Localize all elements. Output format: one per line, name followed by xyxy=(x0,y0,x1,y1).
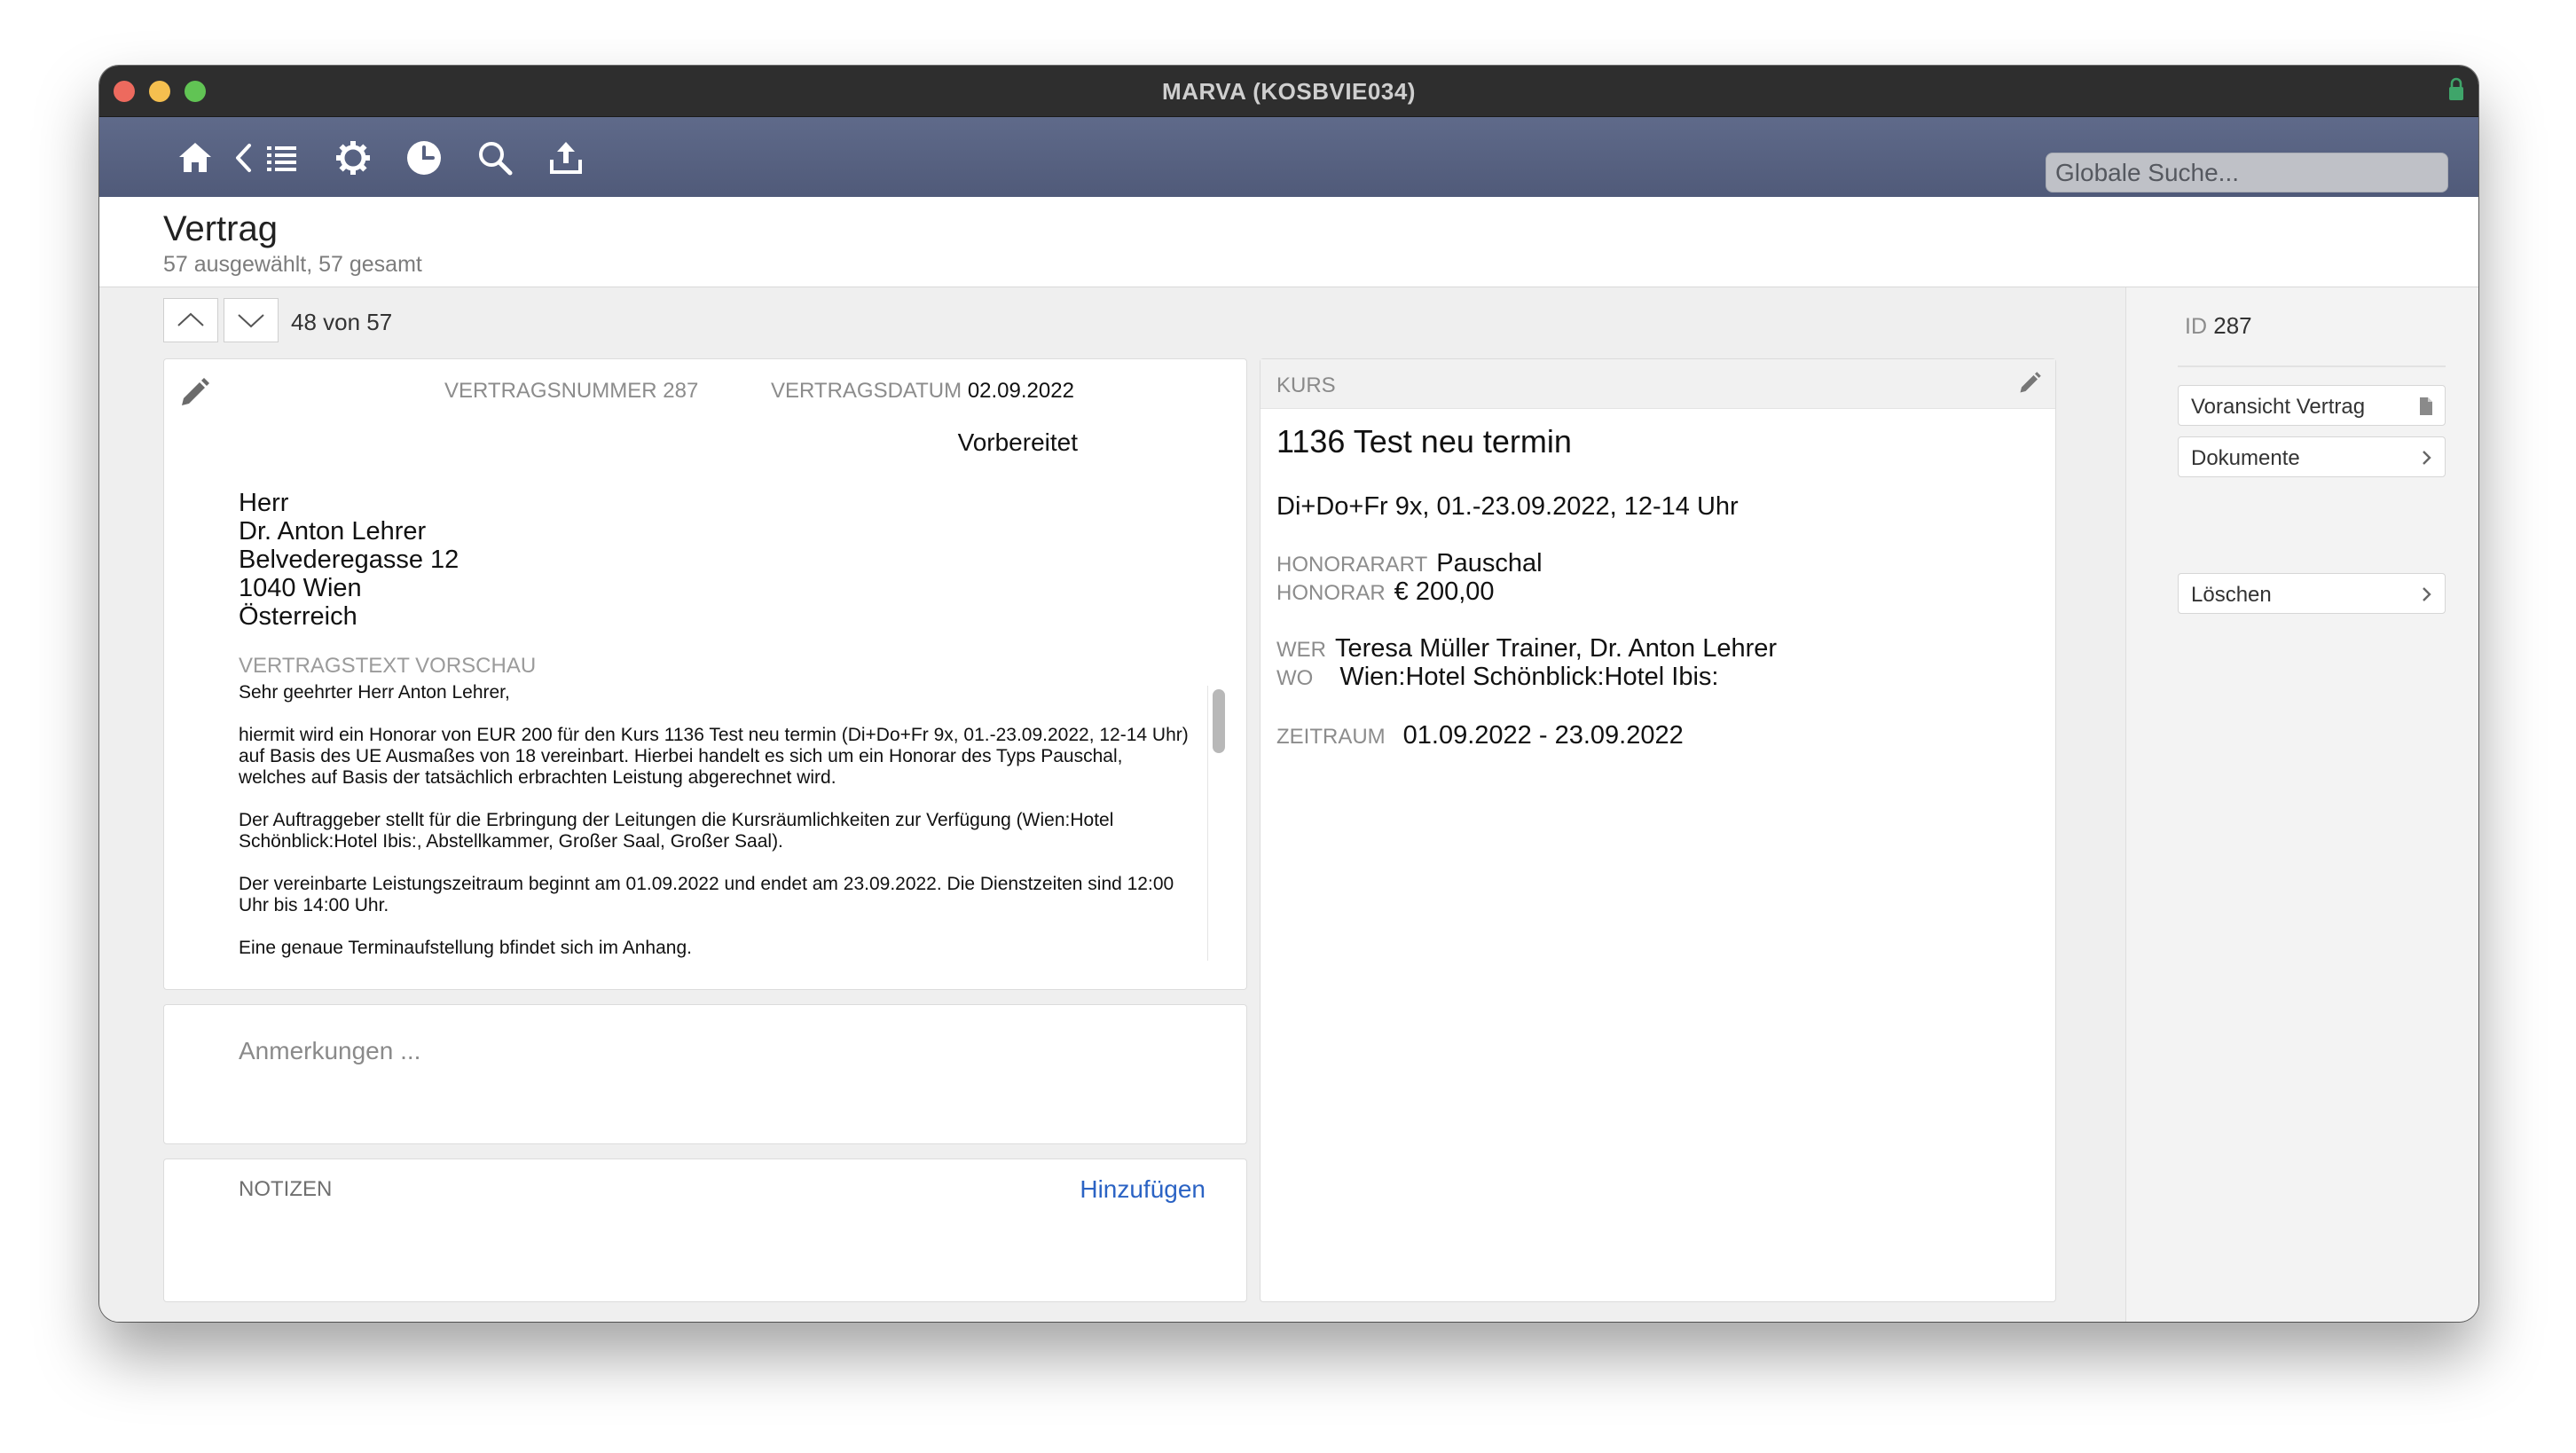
preview-paragraph: Der Auftraggeber stellt für die Erbringu… xyxy=(239,810,1114,852)
preview-contract-button[interactable]: Voransicht Vertrag xyxy=(2178,385,2446,426)
search-icon xyxy=(479,142,513,176)
preview-label: VERTRAGSTEXT VORSCHAU xyxy=(239,654,537,678)
upload-icon xyxy=(550,142,582,174)
preview-paragraph: Sehr geehrter Herr Anton Lehrer, xyxy=(239,682,510,703)
back-icon xyxy=(236,144,251,172)
fee-type-field: HONORARART Pauschal xyxy=(1276,549,1543,578)
id-value: 287 xyxy=(2213,312,2252,339)
notes-card: NOTIZEN Hinzufügen xyxy=(163,1158,1247,1302)
contract-number-label: VERTRAGSNUMMER xyxy=(444,379,657,403)
history-button[interactable] xyxy=(404,138,444,177)
settings-button[interactable] xyxy=(334,138,373,177)
record-id: ID 287 xyxy=(2185,312,2252,340)
remarks-card xyxy=(163,1004,1247,1144)
fee-field: HONORAR € 200,00 xyxy=(1276,577,1495,607)
contract-status: Vorbereitet xyxy=(957,428,1078,456)
home-icon xyxy=(179,143,211,172)
remarks-input[interactable] xyxy=(239,1037,1126,1065)
fee-type-value: Pauschal xyxy=(1436,549,1543,577)
address-line: Dr. Anton Lehrer xyxy=(239,517,427,546)
sidebar-divider xyxy=(2178,365,2446,367)
course-title: 1136 Test neu termin xyxy=(1276,423,1572,459)
delete-button[interactable]: Löschen xyxy=(2178,573,2446,614)
contract-card: VERTRAGSNUMMER 287 VERTRAGSDATUM 02.09.2… xyxy=(163,358,1247,990)
contract-number-value: 287 xyxy=(663,379,699,403)
period-value: 01.09.2022 - 23.09.2022 xyxy=(1402,721,1684,750)
chevron-down-icon xyxy=(238,314,264,328)
contract-date-field: VERTRAGSDATUM 02.09.2022 xyxy=(771,379,1074,404)
previous-record-button[interactable] xyxy=(163,298,218,342)
address-line: Herr xyxy=(239,489,289,517)
main-content: 48 von 57 VERTRAGSNUMMER 287 VERTRAGSDAT… xyxy=(99,287,2125,1322)
gear-icon xyxy=(336,141,370,175)
who-label: WER xyxy=(1276,638,1326,662)
list-button[interactable] xyxy=(263,138,302,177)
lock-icon xyxy=(2449,77,2463,100)
where-value: Wien:Hotel Schönblick:Hotel Ibis: xyxy=(1339,663,1719,691)
selection-count: 57 ausgewählt, 57 gesamt xyxy=(163,252,422,277)
search-button[interactable] xyxy=(475,138,514,177)
course-schedule: Di+Do+Fr 9x, 01.-23.09.2022, 12-14 Uhr xyxy=(1276,492,1739,521)
chevron-up-icon xyxy=(177,312,204,326)
home-button[interactable] xyxy=(176,138,215,177)
id-label: ID xyxy=(2185,314,2207,339)
chevron-right-icon xyxy=(2423,451,2431,465)
where-label: WO xyxy=(1276,666,1314,690)
fee-type-label: HONORARART xyxy=(1276,553,1428,577)
edit-contract-icon[interactable] xyxy=(177,375,212,411)
record-position: 48 von 57 xyxy=(291,309,393,335)
preview-paragraph: Eine genaue Terminaufstellung bfindet si… xyxy=(239,938,692,958)
contract-date-label: VERTRAGSDATUM xyxy=(771,379,962,403)
preview-paragraph: hiermit wird ein Honorar von EUR 200 für… xyxy=(239,725,1189,788)
list-icon xyxy=(267,146,296,171)
period-field: ZEITRAUM 01.09.2022 - 23.09.2022 xyxy=(1276,721,1684,750)
edit-course-icon[interactable] xyxy=(2016,370,2043,397)
global-search-input[interactable] xyxy=(2046,153,2448,192)
documents-button[interactable]: Dokumente xyxy=(2178,436,2446,477)
contract-number-field: VERTRAGSNUMMER 287 xyxy=(444,379,698,404)
address-line: Belvederegasse 12 xyxy=(239,546,459,574)
page-header: Vertrag 57 ausgewählt, 57 gesamt xyxy=(99,197,2478,287)
notes-label: NOTIZEN xyxy=(239,1177,333,1201)
fee-value: € 200,00 xyxy=(1394,577,1495,606)
contract-date-value: 02.09.2022 xyxy=(967,379,1074,403)
preview-contract-label: Voransicht Vertrag xyxy=(2191,395,2366,419)
contract-text-preview[interactable]: Sehr geehrter Herr Anton Lehrer, hiermit… xyxy=(239,682,1191,962)
window-title: MARVA (KOSBVIE034) xyxy=(1162,78,1416,105)
preview-scrollbar[interactable] xyxy=(1207,686,1227,961)
documents-label: Dokumente xyxy=(2191,446,2300,470)
detail-sidebar: ID 287 Voransicht Vertrag Dokumente Lösc… xyxy=(2125,287,2478,1322)
who-value: Teresa Müller Trainer, Dr. Anton Lehrer xyxy=(1335,634,1778,663)
trainer-field: WER Teresa Müller Trainer, Dr. Anton Lehr… xyxy=(1276,634,1777,664)
delete-label: Löschen xyxy=(2191,583,2272,607)
fee-label: HONORAR xyxy=(1276,581,1386,605)
preview-paragraph: Der vereinbarte Leistungszeitraum beginn… xyxy=(239,874,1174,915)
address-line: Österreich xyxy=(239,602,357,631)
recipient-address: Herr Dr. Anton Lehrer Belvederegasse 12 … xyxy=(239,489,459,631)
title-bar: MARVA (KOSBVIE034) xyxy=(99,66,2478,117)
course-label: KURS xyxy=(1276,373,1336,397)
period-label: ZEITRAUM xyxy=(1276,725,1386,749)
course-card: KURS 1136 Test neu termin Di+Do+Fr 9x, 0… xyxy=(1260,358,2056,1302)
app-window: MARVA (KOSBVIE034) Globale Suche... Vert… xyxy=(99,66,2478,1322)
add-note-link[interactable]: Hinzufügen xyxy=(1080,1175,1206,1204)
page-title: Vertrag xyxy=(163,209,278,248)
location-field: WO Wien:Hotel Schönblick:Hotel Ibis: xyxy=(1276,663,1718,692)
course-card-header: KURS xyxy=(1261,359,2055,409)
chevron-right-icon xyxy=(2423,587,2431,601)
next-record-button[interactable] xyxy=(224,298,279,342)
export-button[interactable] xyxy=(546,138,585,177)
back-button[interactable] xyxy=(225,138,264,177)
address-line: 1040 Wien xyxy=(239,574,362,602)
document-icon xyxy=(2420,397,2432,415)
preview-scrollbar-thumb[interactable] xyxy=(1213,689,1225,753)
clock-icon xyxy=(407,141,441,175)
